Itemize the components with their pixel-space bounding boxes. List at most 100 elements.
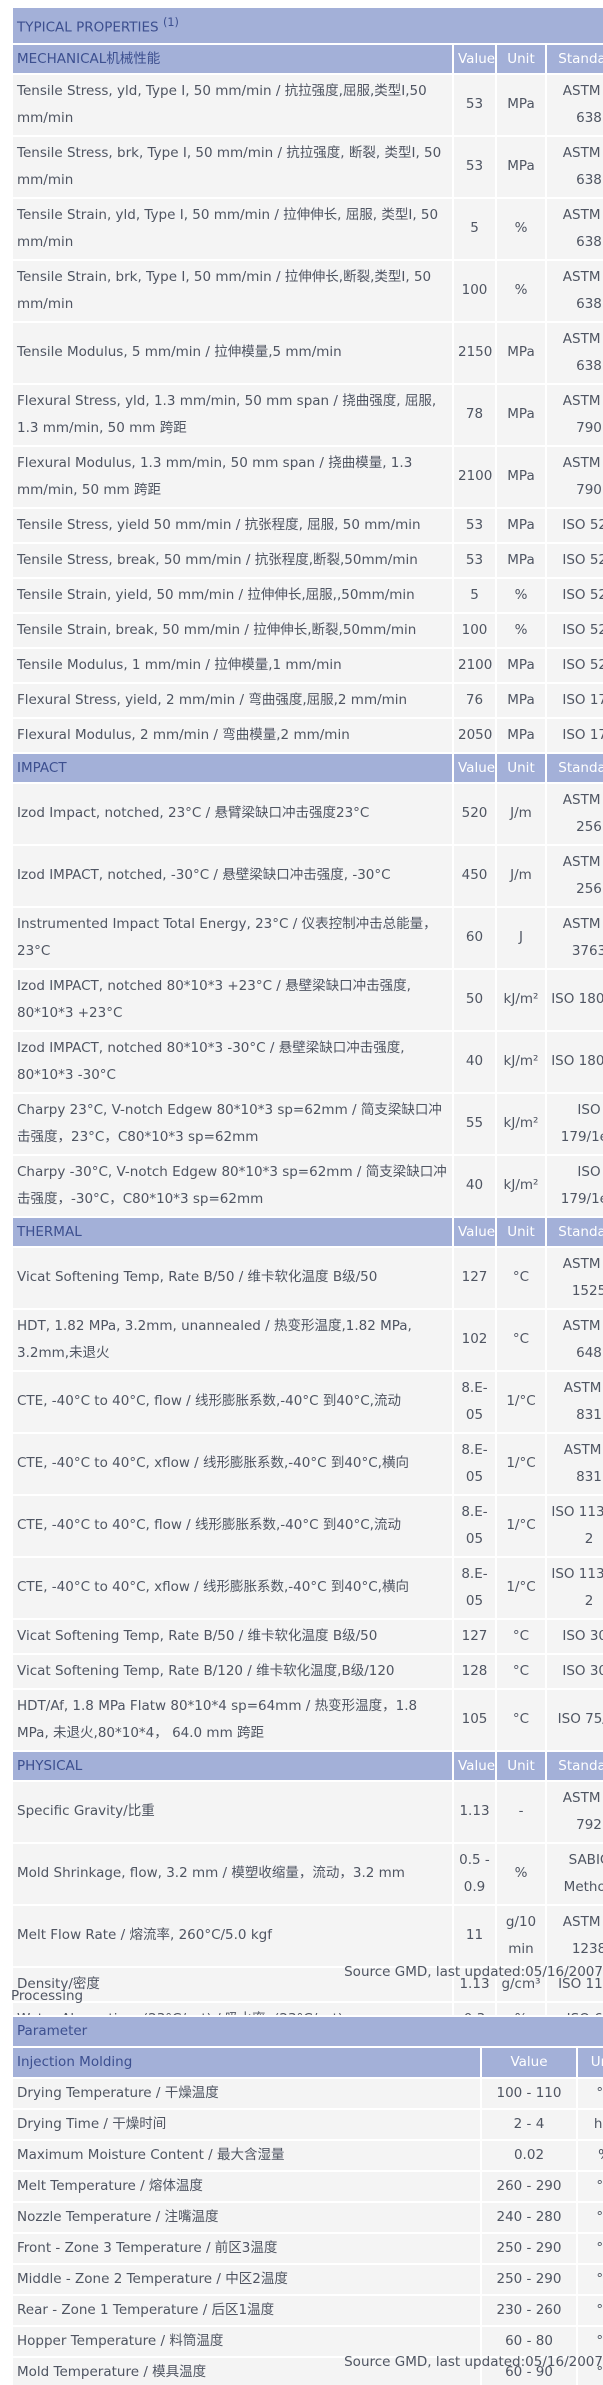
standard-cell: ASTM D 648: [545, 1307, 603, 1372]
parameter-label: Parameter: [11, 2015, 603, 2048]
property-cell: Izod Impact, notched, 23°C / 悬臂梁缺口冲击强度23…: [11, 781, 454, 846]
property-cell: Tensile Stress, brk, Type I, 50 mm/min /…: [11, 134, 454, 199]
table-row: Tensile Strain, yld, Type I, 50 mm/min /…: [11, 196, 603, 261]
table-row: CTE, -40°C to 40°C, flow / 线形膨胀系数,-40°C …: [11, 1493, 603, 1558]
standard-cell: ASTM D 792: [545, 1779, 603, 1844]
unit-cell: %: [495, 576, 547, 614]
value-cell: 40: [452, 1029, 497, 1094]
unit-cell: g/10 min: [495, 1903, 547, 1968]
table-row: HDT/Af, 1.8 MPa Flatw 80*10*4 sp=64mm / …: [11, 1687, 603, 1752]
standard-cell: ISO 527: [545, 506, 603, 544]
standard-cell: ISO 180/1A: [545, 967, 603, 1032]
standard-cell: ISO 527: [545, 611, 603, 649]
value-cell: 2100: [452, 444, 497, 509]
unit-cell: MPa: [495, 646, 547, 684]
table-row: Tensile Stress, break, 50 mm/min / 抗张程度,…: [11, 541, 603, 579]
property-cell: Vicat Softening Temp, Rate B/50 / 维卡软化温度…: [11, 1617, 454, 1655]
unit-cell: %: [495, 611, 547, 649]
table-row: Flexural Modulus, 2 mm/min / 弯曲模量,2 mm/m…: [11, 716, 603, 754]
value-cell: 105: [452, 1687, 497, 1752]
value-cell: 60 - 80: [480, 2325, 578, 2358]
property-cell: Melt Flow Rate / 熔流率, 260°C/5.0 kgf: [11, 1903, 454, 1968]
table-row: Flexural Modulus, 1.3 mm/min, 50 mm span…: [11, 444, 603, 509]
table-row: Flexural Stress, yield, 2 mm/min / 弯曲强度,…: [11, 681, 603, 719]
unit-cell: 1/°C: [495, 1493, 547, 1558]
processing-group-name: Injection Molding: [11, 2046, 482, 2079]
value-cell: 240 - 280: [480, 2201, 578, 2234]
standard-cell: ISO 179/1eA: [545, 1153, 603, 1218]
table-row: Tensile Stress, yld, Type I, 50 mm/min /…: [11, 72, 603, 137]
section-header-row: IMPACTValueUnitStandard: [11, 751, 603, 784]
value-cell: 0.5 - 0.9: [452, 1841, 497, 1906]
property-cell: Instrumented Impact Total Energy, 23°C /…: [11, 905, 454, 970]
table-row: Tensile Modulus, 1 mm/min / 拉伸模量,1 mm/mi…: [11, 646, 603, 684]
unit-cell: 1/°C: [495, 1369, 547, 1434]
unit-cell: %: [495, 1841, 547, 1906]
standard-cell: ASTM E 831: [545, 1369, 603, 1434]
unit-cell: °C: [576, 2294, 603, 2327]
unit-cell: -: [495, 1779, 547, 1844]
unit-cell: 1/°C: [495, 1431, 547, 1496]
table-row: Izod Impact, notched, 23°C / 悬臂梁缺口冲击强度23…: [11, 781, 603, 846]
unit-cell: MPa: [495, 506, 547, 544]
value-cell: 50: [452, 967, 497, 1032]
parameter-cell: Drying Temperature / 干燥温度: [11, 2077, 482, 2110]
table-row: CTE, -40°C to 40°C, xflow / 线形膨胀系数,-40°C…: [11, 1431, 603, 1496]
parameter-cell: Melt Temperature / 熔体温度: [11, 2170, 482, 2203]
processing-group-row: Injection Molding Value Unit: [11, 2046, 603, 2079]
value-cell: 55: [452, 1091, 497, 1156]
value-cell: 8.E-05: [452, 1431, 497, 1496]
unit-cell: MPa: [495, 541, 547, 579]
standard-cell: ISO 11359-2: [545, 1555, 603, 1620]
source-note: Source GMD, last updated:05/16/2007: [344, 1964, 603, 1980]
unit-cell: 1/°C: [495, 1555, 547, 1620]
parameter-header-row: Parameter: [11, 2015, 603, 2048]
standard-cell: ISO 527: [545, 646, 603, 684]
value-cell: 60: [452, 905, 497, 970]
value-cell: 5: [452, 196, 497, 261]
table-row: Tensile Stress, yield 50 mm/min / 抗张程度, …: [11, 506, 603, 544]
unit-cell: kJ/m²: [495, 1153, 547, 1218]
value-cell: 230 - 260: [480, 2294, 578, 2327]
unit-cell: °C: [495, 1652, 547, 1690]
value-cell: 5: [452, 576, 497, 614]
table-row: CTE, -40°C to 40°C, xflow / 线形膨胀系数,-40°C…: [11, 1555, 603, 1620]
unit-cell: MPa: [495, 444, 547, 509]
section-name: IMPACT: [11, 751, 454, 784]
standard-cell: ASTM D 638: [545, 72, 603, 137]
unit-cell: MPa: [495, 72, 547, 137]
standard-cell: ISO 75/Af: [545, 1687, 603, 1752]
value-cell: 102: [452, 1307, 497, 1372]
table-row: Izod IMPACT, notched 80*10*3 +23°C / 悬壁梁…: [11, 967, 603, 1032]
value-cell: 2 - 4: [480, 2108, 578, 2141]
property-cell: Izod IMPACT, notched 80*10*3 +23°C / 悬壁梁…: [11, 967, 454, 1032]
value-cell: 53: [452, 506, 497, 544]
processing-heading: Processing: [11, 1988, 84, 2004]
property-cell: CTE, -40°C to 40°C, xflow / 线形膨胀系数,-40°C…: [11, 1431, 454, 1496]
value-cell: 127: [452, 1245, 497, 1310]
processing-row: Melt Temperature / 熔体温度260 - 290°C: [11, 2170, 603, 2203]
property-cell: Tensile Stress, break, 50 mm/min / 抗张程度,…: [11, 541, 454, 579]
value-header: Value: [452, 1215, 497, 1248]
property-cell: Tensile Stress, yld, Type I, 50 mm/min /…: [11, 72, 454, 137]
table-row: Tensile Strain, break, 50 mm/min / 拉伸伸长,…: [11, 611, 603, 649]
standard-cell: ASTM D 256: [545, 781, 603, 846]
table-row: Charpy 23°C, V-notch Edgew 80*10*3 sp=62…: [11, 1091, 603, 1156]
title-footnote: (1): [162, 16, 179, 29]
property-cell: Tensile Strain, yld, Type I, 50 mm/min /…: [11, 196, 454, 261]
value-cell: 53: [452, 134, 497, 199]
standard-cell: ISO 180/1A: [545, 1029, 603, 1094]
value-cell: 8.E-05: [452, 1493, 497, 1558]
property-cell: HDT/Af, 1.8 MPa Flatw 80*10*4 sp=64mm / …: [11, 1687, 454, 1752]
unit-cell: %: [495, 258, 547, 323]
property-cell: Charpy 23°C, V-notch Edgew 80*10*3 sp=62…: [11, 1091, 454, 1156]
value-cell: 76: [452, 681, 497, 719]
section-name: PHYSICAL: [11, 1749, 454, 1782]
table-row: Tensile Stress, brk, Type I, 50 mm/min /…: [11, 134, 603, 199]
unit-cell: MPa: [495, 716, 547, 754]
table-row: Tensile Strain, yield, 50 mm/min / 拉伸伸长,…: [11, 576, 603, 614]
parameter-cell: Rear - Zone 1 Temperature / 后区1温度: [11, 2294, 482, 2327]
processing-table: Parameter Injection Molding Value Unit D…: [11, 2015, 603, 2385]
unit-cell: %: [495, 196, 547, 261]
processing-row: Middle - Zone 2 Temperature / 中区2温度 250 -…: [11, 2263, 603, 2296]
